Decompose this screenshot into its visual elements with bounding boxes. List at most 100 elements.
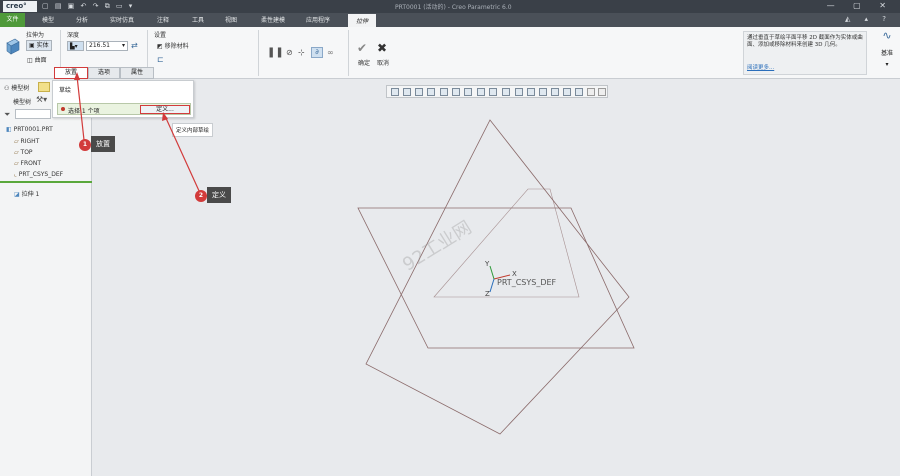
window-controls[interactable]: — ▢ ✕: [827, 1, 894, 10]
graphics-area[interactable]: [93, 99, 900, 476]
tree-item-extrude[interactable]: ◪ 拉伸 1: [14, 189, 39, 198]
tree-root-part[interactable]: ◧ PRT0001.PRT: [6, 126, 53, 133]
perspective-icon[interactable]: [477, 88, 485, 96]
sketch-label: 草绘: [59, 87, 72, 94]
surface-button[interactable]: ◫ 曲面: [27, 55, 47, 64]
required-dot-icon: [61, 107, 65, 111]
tree-item-csys[interactable]: ⌞ PRT_CSYS_DEF: [14, 171, 63, 178]
tree-item-top[interactable]: ▱ TOP: [14, 149, 33, 156]
remove-material-button[interactable]: ◩ 移除材料: [157, 41, 189, 50]
quick-access-toolbar[interactable]: ▢ ▤ ▣ ↶ ↷ ⧉ ▭ ▾: [42, 2, 134, 11]
tab-extrude[interactable]: 拉伸: [348, 14, 377, 27]
help-text: 通过垂直于草绘平面平移 2D 截面作为实体或曲面、添加或移除材料来创建 3D 几…: [747, 35, 863, 48]
tab-applications[interactable]: 应用程序: [306, 15, 330, 24]
depth-value-input[interactable]: 216.51 ▾: [86, 41, 128, 51]
tab-tools[interactable]: 工具: [192, 15, 204, 24]
extrude-as-label: 拉伸为: [26, 32, 45, 39]
more-tools-icon[interactable]: [598, 88, 606, 96]
thicken-sketch-icon[interactable]: ⊏: [157, 55, 164, 64]
extrude-feature-icon: [6, 38, 20, 55]
point-display-icon[interactable]: [539, 88, 547, 96]
remove-material-icon: ◩: [157, 43, 165, 50]
tab-properties[interactable]: 属性: [120, 67, 154, 79]
tab-analysis[interactable]: 分析: [76, 15, 88, 24]
saved-orientations-icon[interactable]: [452, 88, 460, 96]
chevron-down-icon: ▾: [121, 42, 125, 49]
tab-view[interactable]: 视图: [225, 15, 237, 24]
close-icon[interactable]: ✖: [377, 41, 387, 55]
annotation-display-icon[interactable]: [575, 88, 583, 96]
surface-icon: ◫: [27, 57, 35, 64]
ribbon-divider: [348, 30, 349, 76]
menu-right-icons[interactable]: ◭ ▴ ?: [845, 15, 892, 23]
tab-file[interactable]: 文件: [0, 13, 25, 27]
title-bar: creo° ▢ ▤ ▣ ↶ ↷ ⧉ ▭ ▾ PRT0001 (活动的) - Cr…: [0, 0, 900, 13]
extrude-icon: ◪: [14, 191, 22, 198]
section-icon[interactable]: [489, 88, 497, 96]
read-more-link[interactable]: 阅读更多...: [747, 65, 774, 72]
graphics-toolbar: [386, 85, 608, 98]
glasses-preview-icon[interactable]: ∞: [327, 48, 334, 57]
refit-icon[interactable]: [391, 88, 399, 96]
csys-display-icon[interactable]: [551, 88, 559, 96]
tab-placement[interactable]: 放置: [54, 67, 88, 79]
view-manager-icon[interactable]: [464, 88, 472, 96]
axis-display-icon[interactable]: [527, 88, 535, 96]
tree-settings-icon[interactable]: ⚒▾: [36, 95, 47, 104]
checkmark-icon[interactable]: ✔: [357, 41, 367, 55]
creo-logo: creo°: [3, 1, 37, 12]
datum-plane-right: [365, 119, 630, 435]
tab-realtime-sim[interactable]: 实时仿真: [110, 15, 134, 24]
flip-direction-icon[interactable]: ⇄: [131, 41, 138, 50]
callout-label-define: 定义: [207, 187, 231, 203]
depth-label: 深度: [67, 32, 80, 39]
preview-icon[interactable]: ⊹: [298, 48, 305, 57]
tree-item-front[interactable]: ▱ FRONT: [14, 160, 41, 167]
csys-z-axis: [489, 278, 495, 293]
feature-help-box: 通过垂直于草绘平面平移 2D 截面作为实体或曲面、添加或移除材料来创建 3D 几…: [743, 31, 867, 75]
part-icon: ◧: [6, 126, 14, 133]
zoom-in-icon[interactable]: [403, 88, 411, 96]
ok-button[interactable]: 确定: [358, 58, 370, 67]
tree-search-input[interactable]: [15, 109, 51, 119]
callout-badge-1: 1: [79, 139, 91, 151]
chevron-down-icon: ▾: [885, 61, 889, 68]
callout-label-placement: 放置: [91, 136, 115, 152]
appearance-icon[interactable]: [587, 88, 595, 96]
model-tree-pane: ⚇ 模型树 模型树 ⚒▾ ⏷ ◧ PRT0001.PRT ▱ RIGHT ▱ T…: [0, 80, 92, 476]
csys-name-label: PRT_CSYS_DEF: [497, 278, 557, 287]
plane-display-icon[interactable]: [515, 88, 523, 96]
zoom-out-icon[interactable]: [415, 88, 423, 96]
model-tree-tab[interactable]: ⚇ 模型树: [4, 83, 29, 92]
display-style-icon[interactable]: [440, 88, 448, 96]
datum-display-icon[interactable]: [502, 88, 510, 96]
verify-mode-icon[interactable]: ∂: [311, 47, 323, 58]
tab-annotate[interactable]: 注释: [157, 15, 169, 24]
cancel-button[interactable]: 取消: [377, 58, 389, 67]
csys-y-axis: [489, 265, 495, 280]
callout-badge-2: 2: [195, 190, 207, 202]
depth-type-dropdown[interactable]: ▙▾: [67, 41, 84, 51]
folder-tab-icon[interactable]: [38, 82, 50, 92]
settings-label: 设置: [154, 32, 167, 39]
filter-icon[interactable]: ⏷: [4, 110, 10, 120]
solid-icon: ▣: [29, 42, 37, 49]
csys-z-label: Z: [485, 290, 490, 298]
tab-options[interactable]: 选项: [88, 67, 120, 79]
model-tree-menu[interactable]: 模型树: [13, 97, 31, 106]
tab-model[interactable]: 模型: [42, 15, 54, 24]
spin-center-icon[interactable]: [563, 88, 571, 96]
window-title: PRT0001 (活动的) - Creo Parametric 6.0: [395, 4, 512, 11]
blind-depth-icon: ▙▾: [70, 43, 78, 50]
repaint-icon[interactable]: [427, 88, 435, 96]
csys-x-label: X: [512, 270, 517, 278]
ribbon-tab-bar: 文件 模型 分析 实时仿真 注释 工具 视图 柔性建模 应用程序 拉伸 ◭ ▴ …: [0, 13, 900, 27]
no-preview-icon[interactable]: ⊘: [286, 48, 293, 57]
datum-button[interactable]: ∿ 基准 ▾: [876, 29, 898, 75]
tree-item-right[interactable]: ▱ RIGHT: [14, 138, 39, 145]
pause-icon[interactable]: ❚❚: [267, 47, 284, 58]
tab-flexible-modeling[interactable]: 柔性建模: [261, 15, 285, 24]
datum-curve-icon: ∿: [882, 29, 892, 42]
csys-y-label: Y: [485, 260, 490, 268]
solid-button[interactable]: ▣ 实体: [26, 40, 52, 51]
